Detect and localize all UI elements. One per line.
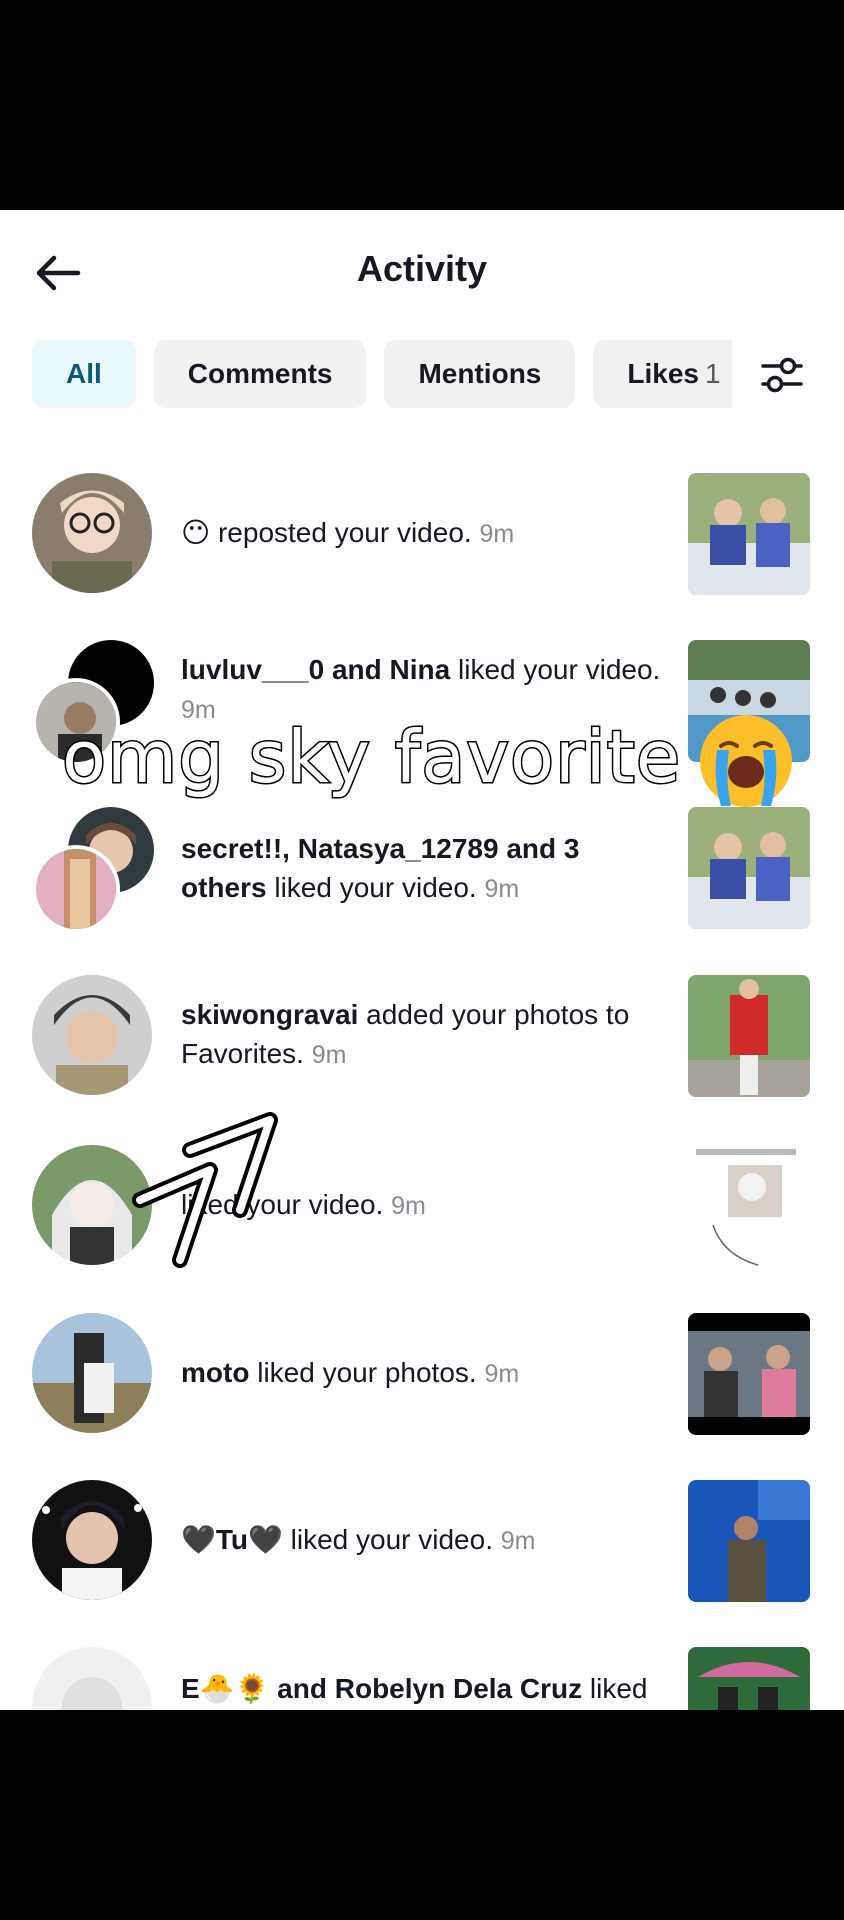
video-thumbnail[interactable] <box>688 1647 810 1710</box>
list-item[interactable]: 🖤Tu🖤 liked your video. 9m <box>0 1480 844 1610</box>
filter-tabs: All Comments Mentions Likes 1 <box>32 340 755 410</box>
actor-names[interactable]: skiwongravai <box>181 999 358 1030</box>
video-thumbnail[interactable] <box>688 1145 810 1267</box>
timestamp: 9m <box>484 875 520 903</box>
list-item[interactable]: E🐣🌻 and Robelyn Dela Cruz liked <box>0 1647 844 1710</box>
tab-count: 1 <box>704 358 721 389</box>
video-thumbnail[interactable] <box>688 473 810 595</box>
action-text: liked your video. <box>450 654 661 685</box>
timestamp: 9m <box>479 520 515 548</box>
avatar[interactable] <box>32 975 152 1095</box>
tab-all[interactable]: All <box>32 340 136 408</box>
activity-text: 🖤Tu🖤 liked your video. 9m <box>181 1520 661 1561</box>
list-item[interactable]: 😶 reposted your video. 9m <box>0 473 844 603</box>
action-text: liked your video. <box>282 1524 493 1555</box>
timestamp: 9m <box>500 1527 536 1555</box>
action-text: liked your photos. <box>249 1357 477 1388</box>
actor-names[interactable]: moto <box>181 1357 249 1388</box>
action-text: liked <box>582 1673 648 1704</box>
sticker-arrows <box>120 1110 290 1290</box>
tab-label: Likes <box>627 358 699 389</box>
tab-label: All <box>66 358 102 389</box>
video-thumbnail[interactable] <box>688 1480 810 1602</box>
avatar[interactable] <box>32 1313 152 1433</box>
tab-label: Comments <box>187 358 333 389</box>
activity-text: E🐣🌻 and Robelyn Dela Cruz liked <box>181 1669 661 1708</box>
timestamp: 9m <box>484 1360 520 1388</box>
video-thumbnail[interactable] <box>688 807 810 929</box>
page-title: Activity <box>356 248 488 289</box>
loudly-crying-face-icon <box>695 710 797 812</box>
timestamp: 9m <box>391 1192 426 1220</box>
action-text: liked your video. <box>266 872 477 903</box>
activity-text: skiwongravai added your photos to Favori… <box>181 995 661 1075</box>
tab-label: Mentions <box>418 358 542 389</box>
action-text: reposted your video. <box>217 517 472 548</box>
emoji-prefix: 😶 <box>181 517 218 548</box>
activity-text: 😶 reposted your video. 9m <box>181 513 661 554</box>
avatar[interactable] <box>32 845 120 933</box>
tab-likes[interactable]: Likes 1 <box>593 340 755 408</box>
list-item[interactable]: moto liked your photos. 9m <box>0 1313 844 1443</box>
header: Activity <box>0 210 844 320</box>
activity-text: moto liked your photos. 9m <box>181 1353 661 1394</box>
avatar[interactable] <box>32 1480 152 1600</box>
sliders-icon <box>761 357 803 393</box>
avatar[interactable] <box>32 1647 152 1710</box>
actor-names[interactable]: luvluv___0 and Nina <box>181 654 450 685</box>
filter-button[interactable] <box>732 340 832 410</box>
tab-comments[interactable]: Comments <box>153 340 367 408</box>
photo-thumbnail[interactable] <box>688 975 810 1097</box>
activity-text: secret!!, Natasya_12789 and 3 others lik… <box>181 829 601 909</box>
avatar[interactable] <box>32 473 152 593</box>
timestamp: 9m <box>311 1041 347 1069</box>
actor-names[interactable]: 🖤Tu🖤 <box>181 1524 283 1555</box>
activity-screen: Activity All Comments Mentions Likes 1 😶 … <box>0 210 844 1710</box>
tab-mentions[interactable]: Mentions <box>384 340 576 408</box>
photo-thumbnail[interactable] <box>688 1313 810 1435</box>
list-item[interactable]: skiwongravai added your photos to Favori… <box>0 975 844 1105</box>
overlay-caption: omg sky favorite <box>60 714 682 801</box>
actor-names[interactable]: E🐣🌻 and Robelyn Dela Cruz <box>181 1673 582 1704</box>
list-item[interactable]: secret!!, Natasya_12789 and 3 others lik… <box>0 807 844 937</box>
